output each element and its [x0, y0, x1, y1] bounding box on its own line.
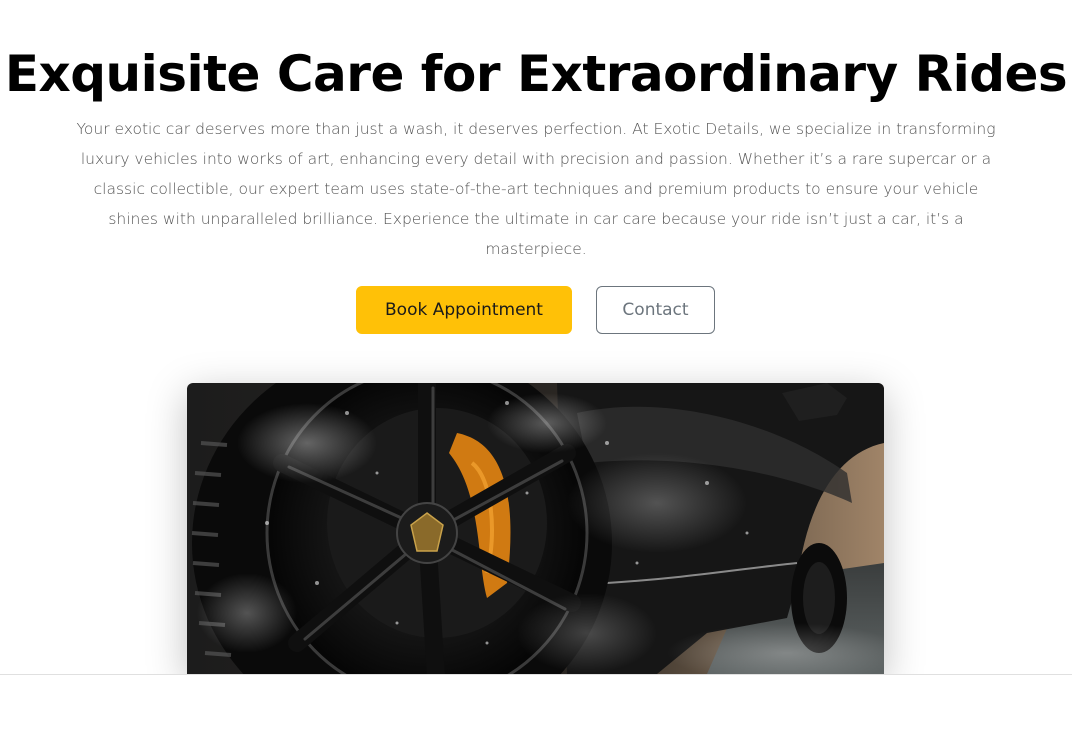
car-wheel-illustration — [187, 383, 884, 674]
hero-car-image — [187, 383, 884, 674]
page: Exquisite Care for Extraordinary Rides Y… — [0, 0, 1072, 729]
page-footer-space — [0, 675, 1072, 729]
book-appointment-button[interactable]: Book Appointment — [356, 286, 572, 334]
contact-button[interactable]: Contact — [596, 286, 715, 334]
hero-description: Your exotic car deserves more than just … — [76, 120, 996, 258]
hero-title: Exquisite Care for Extraordinary Rides — [4, 45, 1068, 103]
hero-button-row: Book Appointment Contact — [0, 286, 1072, 334]
